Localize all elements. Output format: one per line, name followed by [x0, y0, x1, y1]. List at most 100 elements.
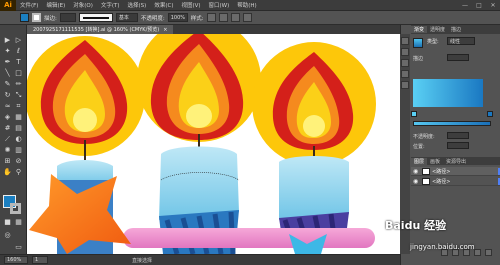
toolbox: ▶ ▷ ✦ ℓ ✒ T ╲ □ ✎ ✏ ↻ ⤡ ≈ ⌗ ◈ ▦ # ▤ ⟋ ◐ …: [0, 25, 27, 265]
color-mode-icon[interactable]: ■: [3, 218, 12, 227]
stroke-color-box[interactable]: [10, 203, 21, 214]
gradient-mode-icon[interactable]: ▦: [14, 218, 23, 227]
document-tab-close-icon[interactable]: ×: [163, 27, 167, 33]
screen-mode-icon[interactable]: ▭: [14, 243, 23, 252]
gradient-annotator-preview[interactable]: [413, 79, 483, 107]
layer-thumbnail: [422, 177, 430, 185]
tab-layers[interactable]: 图层: [411, 157, 428, 165]
layer-row[interactable]: ◉ <路径>: [411, 167, 500, 176]
gradient-type-label: 类型:: [427, 39, 439, 45]
line-tool-icon[interactable]: ╲: [3, 69, 12, 78]
delete-layer-icon[interactable]: [485, 248, 492, 256]
layer-name[interactable]: <路径>: [432, 178, 496, 185]
stroke-field-label: 描边: [413, 56, 424, 62]
align-icon[interactable]: [230, 13, 240, 22]
blend-tool-icon[interactable]: ◐: [14, 135, 23, 144]
draw-mode-icon[interactable]: ◎: [3, 231, 12, 240]
tab-gradient[interactable]: 渐变: [411, 26, 428, 33]
gradient-stop-right[interactable]: [487, 111, 493, 117]
pencil-tool-icon[interactable]: ✏: [14, 80, 23, 89]
column-graph-tool-icon[interactable]: ▥: [14, 146, 23, 155]
fill-swatch[interactable]: [20, 13, 29, 22]
pen-tool-icon[interactable]: ✒: [3, 58, 12, 67]
stroke-swatch[interactable]: [32, 13, 41, 22]
rectangle-tool-icon[interactable]: □: [14, 69, 23, 78]
mesh-tool-icon[interactable]: #: [3, 124, 12, 133]
gradient-slider[interactable]: [413, 121, 491, 126]
tab-stroke[interactable]: 描边: [448, 26, 464, 33]
visibility-eye-icon[interactable]: ◉: [413, 168, 420, 175]
candle-base-bar: [123, 228, 375, 248]
style-swatch[interactable]: [206, 13, 216, 22]
width-tool-icon[interactable]: ≈: [3, 102, 12, 111]
brushes-panel-icon[interactable]: [401, 59, 409, 67]
doc-setup-icon[interactable]: [218, 13, 228, 22]
menu-object[interactable]: 对象(O): [69, 1, 97, 9]
type-tool-icon[interactable]: T: [14, 58, 23, 67]
style-label: 样式:: [190, 15, 204, 22]
watermark-url: jingyan.baidu.com: [410, 243, 475, 251]
magic-wand-tool-icon[interactable]: ✦: [3, 47, 12, 56]
selection-tool-icon[interactable]: ▶: [3, 36, 12, 45]
minimize-icon[interactable]: —: [458, 0, 472, 11]
perspective-grid-tool-icon[interactable]: ▦: [14, 113, 23, 122]
document-tab-title: 2007925171111535 [转换].ai @ 160% (CMYK/预览…: [33, 27, 160, 33]
stop-location-field[interactable]: [447, 142, 469, 149]
artboard-canvas[interactable]: [27, 34, 400, 254]
stroke-weight-field[interactable]: [59, 13, 76, 22]
visibility-eye-icon[interactable]: ◉: [413, 178, 420, 185]
swatches-panel-icon[interactable]: [401, 48, 409, 56]
menu-type[interactable]: 文字(T): [97, 1, 124, 9]
gradient-stop-left[interactable]: [411, 111, 417, 117]
menu-window[interactable]: 窗口(W): [205, 1, 234, 9]
app-logo: Ai: [0, 0, 16, 11]
maximize-icon[interactable]: □: [472, 0, 486, 11]
artboard-number-field[interactable]: 1: [32, 256, 48, 264]
layer-name[interactable]: <路径>: [432, 168, 496, 175]
close-window-icon[interactable]: ✕: [486, 0, 500, 11]
status-tool-text: 直接选择: [132, 257, 153, 264]
hand-tool-icon[interactable]: ✋: [3, 168, 12, 177]
paintbrush-tool-icon[interactable]: ✎: [3, 80, 12, 89]
symbols-panel-icon[interactable]: [401, 70, 409, 78]
transform-icon[interactable]: [242, 13, 252, 22]
menu-edit[interactable]: 编辑(E): [42, 1, 69, 9]
tab-asset-export[interactable]: 资源导出: [443, 158, 469, 165]
symbol-sprayer-tool-icon[interactable]: ✺: [3, 146, 12, 155]
rotate-tool-icon[interactable]: ↻: [3, 91, 12, 100]
tab-transparency[interactable]: 透明度: [427, 26, 448, 33]
direct-selection-tool-icon[interactable]: ▷: [14, 36, 23, 45]
gradient-type-select[interactable]: 线性: [447, 37, 475, 45]
free-transform-tool-icon[interactable]: ⌗: [14, 102, 23, 111]
color-panel-icon[interactable]: [401, 37, 409, 45]
zoom-field[interactable]: 160%: [4, 256, 28, 264]
status-bar: 160% 1 直接选择: [0, 254, 400, 265]
menu-help[interactable]: 帮助(H): [233, 1, 260, 9]
lasso-tool-icon[interactable]: ℓ: [14, 47, 23, 56]
opacity-field[interactable]: 100%: [167, 13, 188, 22]
menu-file[interactable]: 文件(F): [16, 1, 42, 9]
control-bar: 描边: 基本 不透明度: 100% 样式:: [0, 11, 500, 25]
document-tab[interactable]: 2007925171111535 [转换].ai @ 160% (CMYK/预览…: [27, 25, 174, 34]
layer-row[interactable]: ◉ <路径>: [411, 177, 500, 186]
shape-builder-tool-icon[interactable]: ◈: [3, 113, 12, 122]
tab-artboards[interactable]: 画板: [427, 158, 443, 165]
opacity-label: 不透明度:: [140, 15, 165, 22]
stop-opacity-field[interactable]: [447, 132, 469, 139]
new-layer-icon[interactable]: [474, 248, 481, 256]
menu-bar: Ai 文件(F) 编辑(E) 对象(O) 文字(T) 选择(S) 效果(C) 视…: [0, 0, 500, 11]
menu-select[interactable]: 选择(S): [124, 1, 151, 9]
gradient-preview-swatch[interactable]: [413, 38, 423, 48]
eyedropper-tool-icon[interactable]: ⟋: [3, 135, 12, 144]
angle-field[interactable]: [447, 54, 469, 61]
scale-tool-icon[interactable]: ⤡: [14, 91, 23, 100]
stroke-profile-preview[interactable]: [78, 13, 113, 22]
graphic-styles-panel-icon[interactable]: [401, 81, 409, 89]
menu-effect[interactable]: 效果(C): [150, 1, 177, 9]
gradient-tool-icon[interactable]: ▤: [14, 124, 23, 133]
artboard-tool-icon[interactable]: ⊞: [3, 157, 12, 166]
slice-tool-icon[interactable]: ⊘: [14, 157, 23, 166]
brush-preset-field[interactable]: 基本: [115, 13, 138, 22]
menu-view[interactable]: 视图(V): [177, 1, 204, 9]
zoom-tool-icon[interactable]: ⚲: [14, 168, 23, 177]
